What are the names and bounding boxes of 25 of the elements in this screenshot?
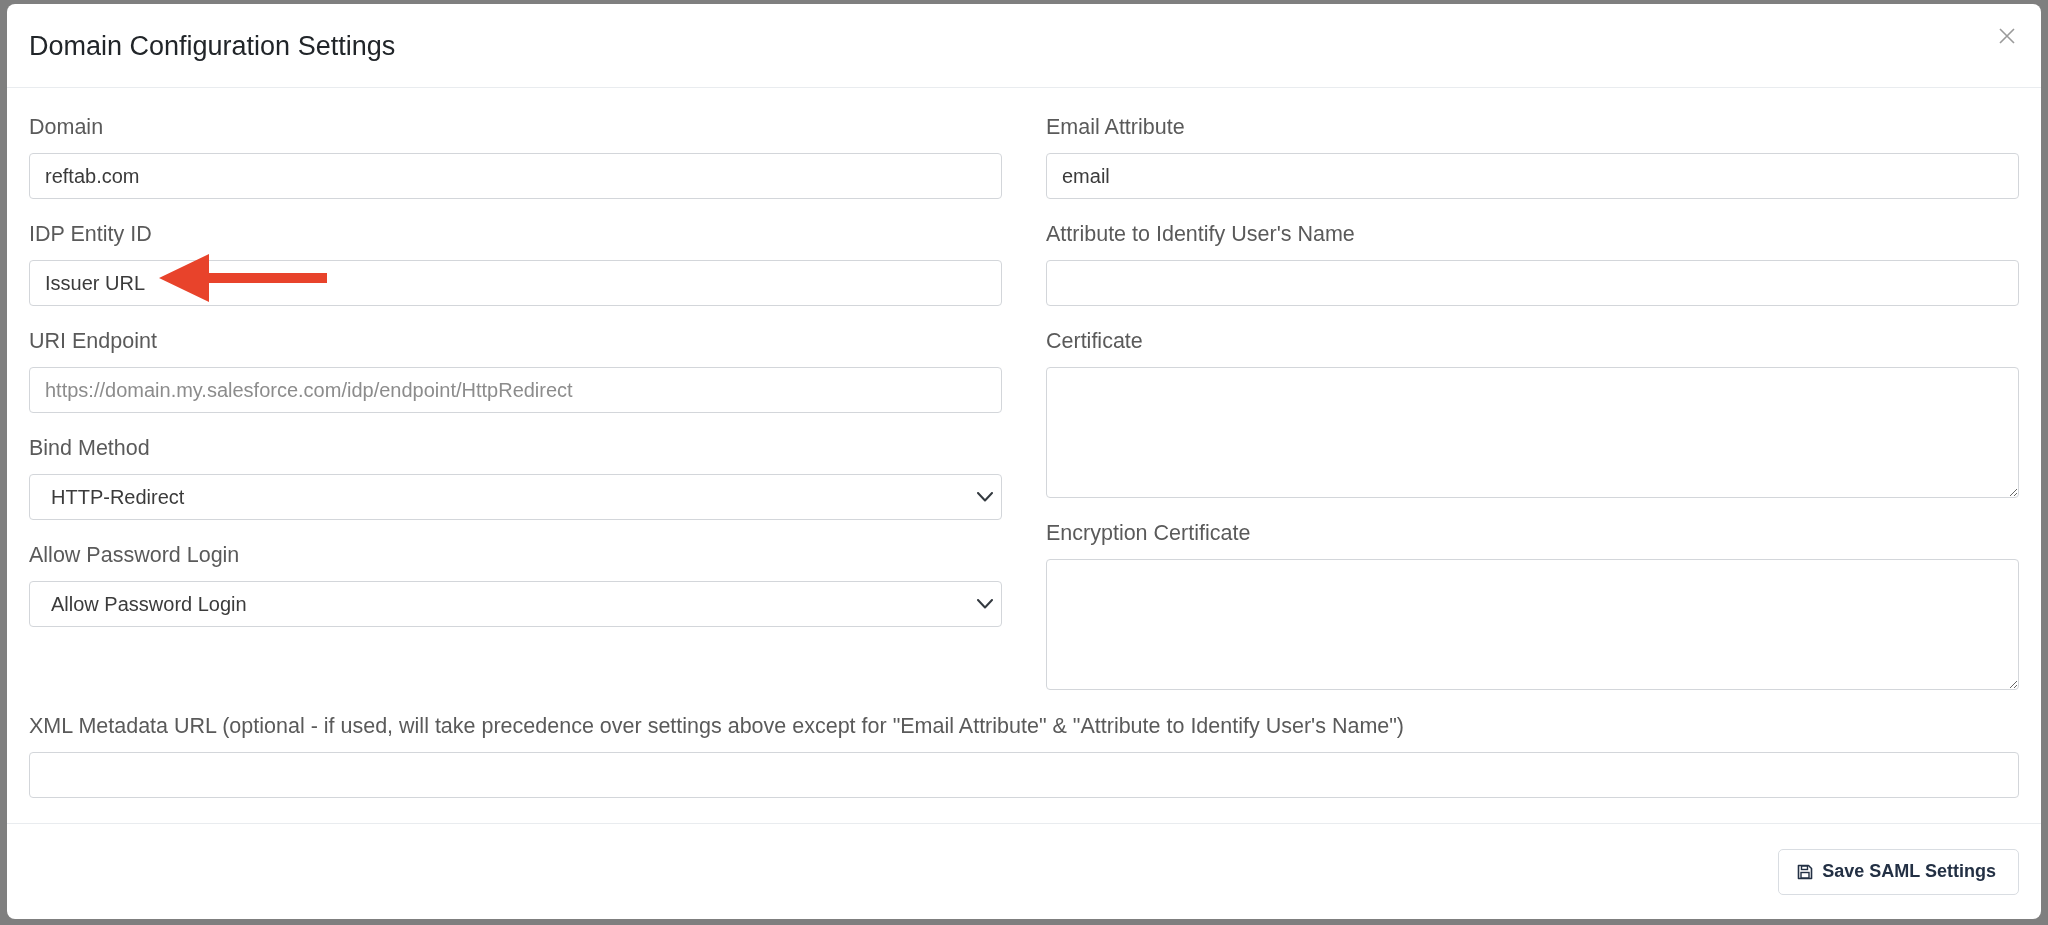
text-field[interactable]: Issuer URL xyxy=(29,260,1002,306)
text-field[interactable]: https://domain.my.salesforce.com/idp/endpoint/HttpRedirect xyxy=(29,367,1002,413)
field-label: Email Attribute xyxy=(1046,114,1186,141)
text-area[interactable] xyxy=(1046,367,2019,498)
dropdown[interactable]: Allow Password Login xyxy=(29,581,1002,627)
text-field[interactable]: email xyxy=(1046,153,2019,199)
field-label: Domain xyxy=(29,114,105,141)
close-icon xyxy=(1999,28,2015,44)
field-label: XML Metadata URL (optional - if used, will take precedence over settings above except for "Email Attribute" & "Attribute to Identify User's Name") xyxy=(29,713,1406,740)
field-label: Bind Method xyxy=(29,435,151,462)
text-area[interactable] xyxy=(1046,559,2019,690)
text-field[interactable]: reftab.com xyxy=(29,153,1002,199)
dropdown[interactable]: HTTP-Redirect xyxy=(29,474,1002,520)
chevron-down-icon xyxy=(977,599,993,609)
chevron-down-icon xyxy=(977,492,993,502)
field-label: URI Endpoint xyxy=(29,328,158,355)
field-label: Allow Password Login xyxy=(29,542,241,569)
text-field[interactable] xyxy=(29,752,2019,798)
field-label: Attribute to Identify User's Name xyxy=(1046,221,1356,248)
field-label: Certificate xyxy=(1046,328,1144,355)
text-field[interactable] xyxy=(1046,260,2019,306)
field-label: Encryption Certificate xyxy=(1046,520,1252,547)
field-label: IDP Entity ID xyxy=(29,221,153,248)
dialog-title: Domain Configuration Settings xyxy=(29,29,396,62)
save-button[interactable]: Save SAML Settings xyxy=(1778,848,2019,895)
